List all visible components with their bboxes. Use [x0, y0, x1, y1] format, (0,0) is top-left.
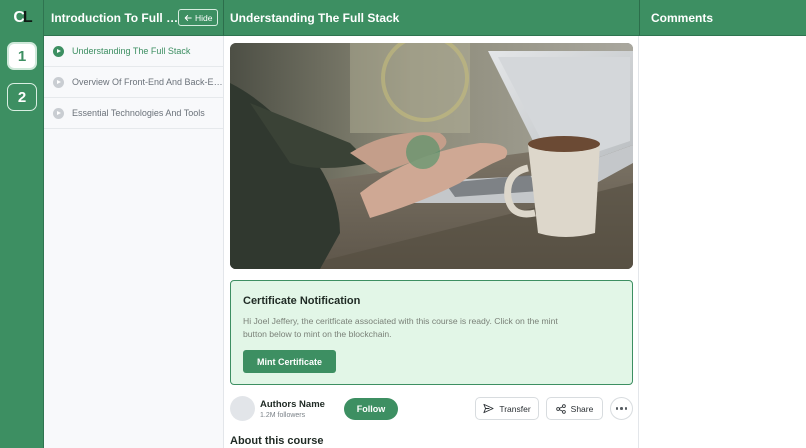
more-options-button[interactable] [610, 397, 633, 420]
app-logo[interactable]: CL [0, 0, 44, 36]
about-heading: About this course [230, 435, 324, 447]
certificate-notification: Certificate Notification Hi Joel Jeffery… [230, 280, 633, 385]
lesson-label: Essential Technologies And Tools [72, 108, 205, 118]
transfer-label: Transfer [499, 403, 531, 414]
comments-title: Comments [651, 11, 714, 25]
hide-sidebar-button[interactable]: Hide [178, 9, 219, 26]
logo-letter-c: C [13, 9, 24, 26]
share-label: Share [570, 403, 594, 414]
header-divider [639, 0, 640, 36]
send-icon [483, 403, 494, 414]
lesson-item-understanding[interactable]: Understanding The Full Stack [44, 36, 223, 67]
header-divider [223, 0, 224, 36]
video-thumbnail [230, 43, 633, 269]
comments-panel [640, 36, 806, 448]
share-button[interactable]: Share [546, 397, 603, 420]
arrow-left-icon [184, 14, 192, 21]
share-icon [555, 403, 566, 414]
follow-button[interactable]: Follow [344, 398, 398, 420]
more-dot [620, 407, 623, 410]
certificate-title: Certificate Notification [243, 295, 361, 307]
logo-letter-l: L [22, 9, 33, 26]
lesson-list: Understanding The Full Stack Overview Of… [44, 36, 224, 448]
play-circle-icon [53, 76, 64, 88]
play-circle-icon [53, 45, 64, 57]
avatar[interactable] [230, 396, 255, 421]
transfer-button[interactable]: Transfer [475, 397, 539, 420]
module-button-1[interactable]: 1 [7, 42, 37, 70]
mint-certificate-button[interactable]: Mint Certificate [243, 350, 336, 373]
lesson-label: Overview Of Front-End And Back-End [72, 77, 223, 87]
course-title: Introduction To Full Stack [51, 11, 179, 25]
author-name[interactable]: Authors Name [260, 399, 325, 410]
author-row: Authors Name 1.2M followers Follow Trans… [230, 395, 633, 422]
more-horizontal-icon [615, 407, 619, 410]
main-content: Certificate Notification Hi Joel Jeffery… [224, 36, 639, 448]
certificate-message: Hi Joel Jeffery, the ceritficate associa… [243, 316, 558, 339]
lesson-title: Understanding The Full Stack [230, 11, 400, 25]
lesson-item-overview[interactable]: Overview Of Front-End And Back-End [44, 67, 223, 98]
lesson-item-technologies[interactable]: Essential Technologies And Tools [44, 98, 223, 129]
lesson-label: Understanding The Full Stack [72, 46, 191, 56]
more-dot [624, 407, 628, 410]
hide-label: Hide [195, 12, 213, 23]
follower-count: 1.2M followers [260, 412, 306, 419]
module-rail: CL 1 2 [0, 0, 44, 448]
play-circle-icon [53, 107, 64, 119]
module-button-2[interactable]: 2 [7, 83, 37, 111]
video-player[interactable] [230, 43, 633, 269]
top-header: Introduction To Full Stack Hide Understa… [44, 0, 806, 36]
